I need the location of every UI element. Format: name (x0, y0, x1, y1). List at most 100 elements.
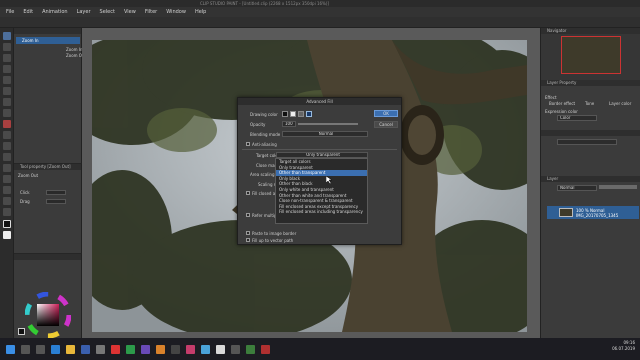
cancel-button[interactable]: Cancel (374, 121, 398, 128)
menu-file[interactable]: File (6, 9, 14, 15)
menu-layer[interactable]: Layer (77, 9, 91, 15)
file-explorer-icon[interactable] (66, 344, 75, 354)
expression-color-select[interactable]: Color (557, 115, 597, 121)
drawing-color-white[interactable] (290, 111, 296, 117)
eyedropper-tool-icon[interactable] (3, 76, 11, 84)
eraser-tool-icon[interactable] (3, 131, 11, 139)
opacity-slider[interactable] (599, 185, 637, 189)
tone-toggle[interactable]: Tone (585, 101, 594, 106)
edge-icon[interactable] (51, 344, 60, 354)
menu-select[interactable]: Select (100, 9, 115, 15)
layer-panel: Layer Normal 100 % Normal IMG_20170705_1… (540, 176, 640, 338)
sub-tool-zoom-in[interactable]: Zoom In (16, 37, 80, 44)
tool-property-drag: Drag (20, 199, 30, 204)
title-bar: CLIP STUDIO PAINT - [Untitled.clip (2268… (0, 0, 640, 7)
app-icon[interactable] (171, 344, 180, 354)
opacity-slider-track[interactable] (298, 123, 358, 125)
dropdown-option[interactable]: Fill enclosed areas including transparen… (276, 209, 367, 215)
sub-tool-zoom-in-label-right: Zoom In (66, 47, 83, 52)
hand-tool-icon[interactable] (3, 43, 11, 51)
menu-edit[interactable]: Edit (23, 9, 33, 15)
paste-to-border-checkbox[interactable] (246, 231, 250, 235)
main-color-chip[interactable] (18, 328, 25, 335)
refer-multiple-checkbox[interactable] (246, 213, 250, 217)
zoom-tool-icon[interactable] (3, 32, 11, 40)
drawing-color-gray[interactable] (298, 111, 304, 117)
opacity-input[interactable]: 100 (282, 121, 296, 127)
menu-help[interactable]: Help (195, 9, 206, 15)
color-wheel[interactable] (25, 292, 71, 338)
figure-tool-icon[interactable] (3, 164, 11, 172)
blending-mode-select[interactable]: Normal (282, 131, 368, 137)
menu-view[interactable]: View (124, 9, 136, 15)
tool-property-click: Click (20, 190, 30, 195)
color-wheel-panel (14, 253, 82, 338)
app-icon[interactable] (246, 344, 255, 354)
brush-tool-icon[interactable] (3, 109, 11, 117)
effect-label: Effect (545, 95, 557, 100)
command-bar (0, 17, 640, 28)
ok-button[interactable]: OK (374, 110, 398, 117)
blend-mode-select[interactable]: Normal (557, 185, 597, 191)
app-icon[interactable] (261, 344, 270, 354)
app-icon[interactable] (156, 344, 165, 354)
store-icon[interactable] (81, 344, 90, 354)
task-view-icon[interactable] (36, 344, 45, 354)
text-tool-icon[interactable] (3, 175, 11, 183)
system-clock[interactable]: 09:16 06.07.2019 (612, 340, 635, 352)
move-tool-icon[interactable] (3, 54, 11, 62)
drawing-color-selected[interactable] (306, 111, 312, 117)
navigator-panel: Navigator (540, 28, 640, 80)
anti-aliasing-checkbox[interactable] (246, 142, 250, 146)
dialog-divider (242, 149, 397, 150)
gradient-tool-icon[interactable] (3, 153, 11, 161)
menu-bar: File Edit Animation Layer Select View Fi… (0, 7, 640, 17)
layer-panel-title: Layer (541, 176, 640, 182)
sub-tool-header (14, 28, 81, 34)
drawing-color-black[interactable] (282, 111, 288, 117)
main-color-swatch[interactable] (3, 220, 11, 228)
fill-tool-icon[interactable] (3, 142, 11, 150)
navigator-preview[interactable] (561, 36, 621, 74)
app-icon[interactable] (231, 344, 240, 354)
menu-filter[interactable]: Filter (145, 9, 157, 15)
selection-tool-icon[interactable] (3, 65, 11, 73)
correct-line-tool-icon[interactable] (3, 208, 11, 216)
border-effect-toggle[interactable]: Border effect (549, 101, 575, 106)
start-icon[interactable] (6, 344, 15, 354)
area-scaling-label: Area scaling (250, 172, 275, 177)
sub-color-swatch[interactable] (3, 231, 11, 239)
balloon-tool-icon[interactable] (3, 186, 11, 194)
tool-column (0, 28, 14, 338)
pencil-tool-icon[interactable] (3, 98, 11, 106)
pen-tool-icon[interactable] (3, 87, 11, 95)
app-icon[interactable] (126, 344, 135, 354)
fill-vector-path-label: Fill up to vector path (252, 238, 294, 243)
search-icon[interactable] (21, 344, 30, 354)
app-icon[interactable] (141, 344, 150, 354)
layer-thumbnail (559, 208, 573, 217)
menu-window[interactable]: Window (166, 9, 186, 15)
ruler-tool-icon[interactable] (3, 197, 11, 205)
anti-aliasing-label: Anti-aliasing (252, 142, 277, 147)
app-icon[interactable] (96, 344, 105, 354)
layer-filter-select[interactable] (557, 139, 617, 145)
layer-color-toggle[interactable]: Layer color (609, 101, 631, 106)
layer-property-panel: Layer Property Effect Border effect Tone… (540, 80, 640, 176)
menu-animation[interactable]: Animation (42, 9, 68, 15)
sub-tool-panel: Zoom In Zoom In Zoom Out (14, 28, 86, 163)
dialog-title: Advanced Fill (238, 98, 401, 105)
clip-studio-icon[interactable] (216, 344, 225, 354)
app-icon[interactable] (201, 344, 210, 354)
layer-property-title: Layer Property (541, 80, 640, 86)
fill-vector-path-checkbox[interactable] (246, 238, 250, 242)
drag-setting-field[interactable] (46, 199, 66, 204)
airbrush-tool-icon[interactable] (3, 120, 11, 128)
app-icon[interactable] (186, 344, 195, 354)
fill-closed-area-checkbox[interactable] (246, 191, 250, 195)
click-setting-field[interactable] (46, 190, 66, 195)
navigator-title: Navigator (541, 28, 640, 34)
taskbar: 09:16 06.07.2019 (0, 338, 640, 360)
app-icon[interactable] (111, 344, 120, 354)
layer-row[interactable]: 100 % Normal IMG_20170705_1345 (547, 206, 639, 219)
